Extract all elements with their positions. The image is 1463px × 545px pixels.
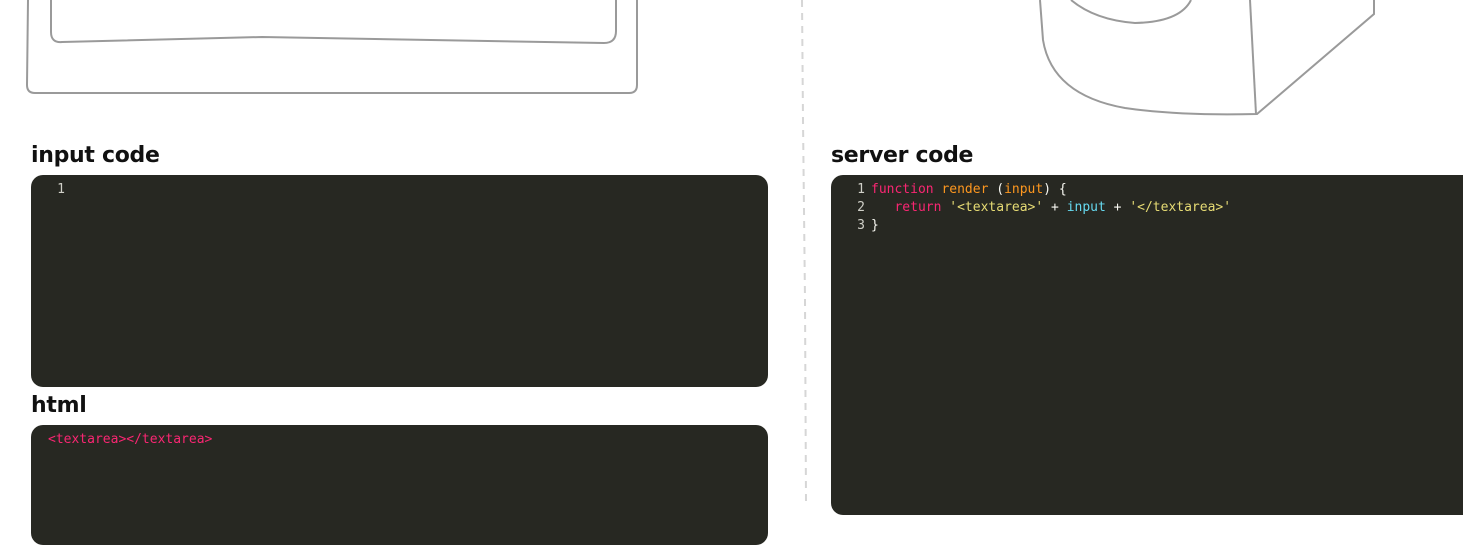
server-sketch-illustration [1039, 0, 1375, 116]
server-code-editor[interactable]: 1 function render (input) {2 return '<tex… [831, 175, 1463, 515]
line-number: 2 [857, 200, 865, 215]
line-number: 1 [857, 182, 865, 197]
html-title: html [31, 393, 87, 418]
input-code-title: input code [31, 143, 160, 168]
line-number: 3 [857, 218, 865, 233]
panel-divider [801, 0, 807, 502]
code-token-plain: + [1043, 200, 1067, 215]
code-token-variable: input [1066, 200, 1106, 215]
server-code-line: 3} [831, 217, 1463, 235]
code-token-function-name: render [941, 182, 989, 197]
code-token-keyword: return [894, 200, 942, 215]
input-code-line: 1 [31, 181, 768, 199]
code-token-plain: + [1105, 200, 1130, 215]
code-token-string: '<textarea>' [949, 200, 1044, 215]
code-token-plain: ) { [1043, 182, 1067, 197]
line-number: 1 [57, 182, 65, 197]
input-code-editor[interactable]: 1 [31, 175, 768, 387]
code-token-keyword: function [871, 182, 934, 197]
code-token-plain: ( [988, 182, 1005, 197]
code-token-param: input [1004, 182, 1044, 197]
server-code-line: 1 function render (input) { [831, 181, 1463, 199]
server-code-line: 2 return '<textarea>' + input + '</texta… [831, 199, 1463, 217]
server-code-title: server code [831, 143, 974, 168]
code-token-plain: } [871, 218, 879, 233]
code-token-string: '</textarea>' [1129, 200, 1232, 215]
html-output-text: <textarea></textarea> [48, 432, 213, 447]
html-output-panel: <textarea></textarea> [31, 425, 768, 545]
